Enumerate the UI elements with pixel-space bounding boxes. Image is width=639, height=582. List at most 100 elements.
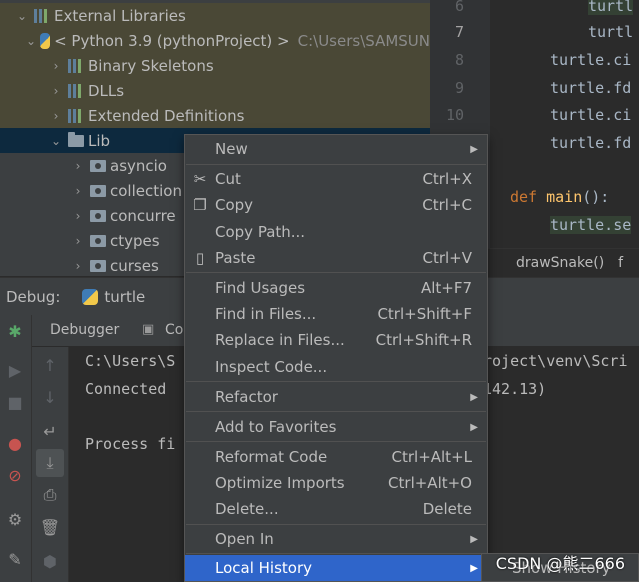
menu-item-delete[interactable]: Delete... Delete xyxy=(185,496,487,522)
menu-item-label: Delete... xyxy=(215,500,279,518)
tree-label: < Python 3.9 (pythonProject) > xyxy=(54,31,290,50)
package-icon xyxy=(90,159,106,172)
chevron-right-icon[interactable]: › xyxy=(48,109,64,123)
tree-label: ctypes xyxy=(110,231,160,250)
console-line: Connected xyxy=(85,380,176,398)
submenu-arrow-icon: ▶ xyxy=(470,562,478,574)
tree-label: asyncio xyxy=(110,156,167,175)
menu-item-copy-path[interactable]: Copy Path... xyxy=(185,219,487,245)
submenu-arrow-icon: ▶ xyxy=(470,391,478,403)
tree-path: C:\Users\SAMSUN xyxy=(297,31,430,50)
menu-item-label: Inspect Code... xyxy=(215,358,328,376)
chevron-down-icon[interactable]: ⌄ xyxy=(26,34,36,48)
clipboard-icon: ▯ xyxy=(195,249,205,267)
package-icon xyxy=(90,209,106,222)
menu-item-replace-in-files[interactable]: Replace in Files... Ctrl+Shift+R xyxy=(185,327,487,353)
menu-separator xyxy=(186,553,486,554)
chevron-down-icon[interactable]: ⌄ xyxy=(48,134,64,148)
chevron-right-icon[interactable]: › xyxy=(70,184,86,198)
menu-item-refactor[interactable]: Refactor ▶ xyxy=(185,384,487,410)
tab-debugger[interactable]: Debugger xyxy=(50,322,119,338)
menu-item-label: Refactor xyxy=(215,388,278,406)
package-icon xyxy=(90,259,106,272)
menu-item-label: Copy Path... xyxy=(215,223,306,241)
keyword: def xyxy=(510,188,538,206)
menu-item-local-history[interactable]: Local History ▶ xyxy=(185,555,487,581)
python-icon xyxy=(40,32,51,49)
tree-item-python[interactable]: ⌄ < Python 3.9 (pythonProject) > C:\User… xyxy=(0,28,430,53)
submenu-arrow-icon: ▶ xyxy=(470,143,478,155)
chevron-right-icon[interactable]: › xyxy=(48,59,64,73)
soft-wrap-icon[interactable]: ↵ xyxy=(40,421,60,441)
menu-item-new[interactable]: New ▶ xyxy=(185,136,487,162)
up-arrow-icon[interactable]: ↑ xyxy=(40,355,60,375)
breadcrumb-item[interactable]: drawSnake() xyxy=(516,255,604,271)
trash-icon[interactable]: 🗑 xyxy=(40,517,60,537)
tree-item-dlls[interactable]: › DLLs xyxy=(0,78,430,103)
chevron-right-icon[interactable]: › xyxy=(70,159,86,173)
library-icon xyxy=(68,108,84,123)
menu-shortcut: Alt+F7 xyxy=(420,279,472,297)
code-line: turtle.se xyxy=(550,216,632,234)
pin-icon[interactable]: ✎ xyxy=(5,549,25,569)
mute-breakpoints-icon[interactable]: ⊘ xyxy=(5,465,25,485)
tree-label: curses xyxy=(110,256,159,275)
menu-shortcut: Ctrl+X xyxy=(422,170,472,188)
menu-item-cut[interactable]: ✂ Cut Ctrl+X xyxy=(185,166,487,192)
chevron-right-icon[interactable]: › xyxy=(70,209,86,223)
menu-item-add-to-favorites[interactable]: Add to Favorites ▶ xyxy=(185,414,487,440)
tree-label: External Libraries xyxy=(54,6,186,25)
console-icon: ▣ xyxy=(142,322,155,337)
chevron-down-icon[interactable]: ⌄ xyxy=(14,9,30,23)
menu-shortcut: Ctrl+V xyxy=(422,249,472,267)
down-arrow-icon[interactable]: ↓ xyxy=(40,387,60,407)
code-line: turtl xyxy=(588,0,634,15)
line-number: 8 xyxy=(454,51,464,69)
menu-item-inspect-code[interactable]: Inspect Code... xyxy=(185,354,487,380)
menu-separator xyxy=(186,411,486,412)
menu-separator xyxy=(186,164,486,165)
menu-item-label: Add to Favorites xyxy=(215,418,337,436)
menu-item-label: Cut xyxy=(215,170,241,188)
menu-separator xyxy=(186,441,486,442)
menu-item-label: Copy xyxy=(215,196,254,214)
menu-item-copy[interactable]: ❐ Copy Ctrl+C xyxy=(185,192,487,218)
menu-item-label: Replace in Files... xyxy=(215,331,345,349)
package-icon xyxy=(90,184,106,197)
chevron-right-icon[interactable]: › xyxy=(48,84,64,98)
tree-label: collection xyxy=(110,181,182,200)
console-line: Process fi xyxy=(85,435,176,453)
menu-item-paste[interactable]: ▯ Paste Ctrl+V xyxy=(185,245,487,271)
library-icon xyxy=(34,8,50,23)
python-console-icon[interactable]: ⬢ xyxy=(40,551,60,571)
breakpoints-icon[interactable]: ● xyxy=(5,433,25,453)
chevron-right-icon[interactable]: › xyxy=(70,259,86,273)
menu-item-reformat-code[interactable]: Reformat Code Ctrl+Alt+L xyxy=(185,444,487,470)
menu-item-find-usages[interactable]: Find Usages Alt+F7 xyxy=(185,275,487,301)
gear-icon[interactable]: ⚙ xyxy=(5,509,25,529)
tree-item-external-libraries[interactable]: ⌄ External Libraries xyxy=(0,3,430,28)
tab-console[interactable]: Co xyxy=(165,322,183,338)
code-line: turtl xyxy=(588,23,634,41)
scroll-to-end-icon[interactable]: ⤓ xyxy=(36,449,64,477)
chevron-right-icon[interactable]: › xyxy=(70,234,86,248)
debug-label: Debug: xyxy=(6,287,61,306)
menu-item-open-in[interactable]: Open In ▶ xyxy=(185,526,487,552)
debug-toolbar-left: ✱ ▶ ■ ● ⊘ ⚙ ✎ xyxy=(0,315,32,582)
menu-item-find-in-files[interactable]: Find in Files... Ctrl+Shift+F xyxy=(185,301,487,327)
tree-item-extended-definitions[interactable]: › Extended Definitions xyxy=(0,103,430,128)
menu-shortcut: Delete xyxy=(422,500,472,518)
bug-icon[interactable]: ✱ xyxy=(5,321,25,341)
stop-icon[interactable]: ■ xyxy=(5,392,25,412)
def-line: def main(): xyxy=(510,188,609,206)
code-line: turtle.ci xyxy=(550,51,632,69)
resume-icon[interactable]: ▶ xyxy=(5,360,25,380)
run-config-tab[interactable]: turtle xyxy=(104,288,145,306)
code-punct: (): xyxy=(582,188,610,206)
breadcrumb-item[interactable]: f xyxy=(618,255,623,271)
menu-item-optimize-imports[interactable]: Optimize Imports Ctrl+Alt+O xyxy=(185,470,487,496)
tree-item-binary-skeletons[interactable]: › Binary Skeletons xyxy=(0,53,430,78)
menu-separator xyxy=(186,381,486,382)
print-icon[interactable]: ⎙ xyxy=(40,485,60,505)
menu-shortcut: Ctrl+C xyxy=(422,196,472,214)
